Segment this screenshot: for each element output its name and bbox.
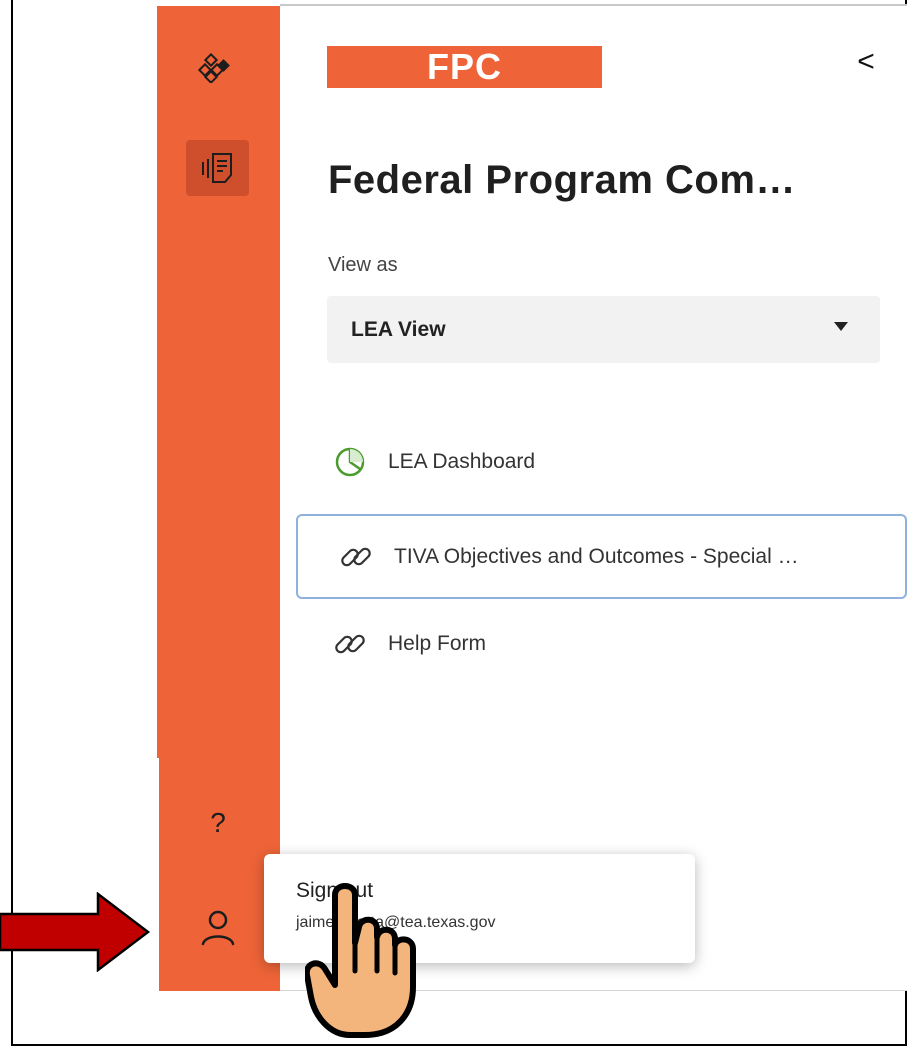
fpc-logo: FPC bbox=[327, 46, 602, 88]
pointer-hand-icon bbox=[305, 883, 416, 1038]
navigation-panel bbox=[280, 6, 907, 991]
pie-chart-icon bbox=[330, 442, 370, 482]
user-icon[interactable] bbox=[188, 898, 248, 958]
nav-item-label: TIVA Objectives and Outcomes - Special … bbox=[394, 544, 799, 568]
apps-icon[interactable] bbox=[192, 46, 242, 90]
link-icon bbox=[336, 537, 376, 577]
help-icon[interactable]: ? bbox=[190, 795, 246, 851]
view-as-dropdown[interactable]: LEA View bbox=[327, 296, 880, 363]
app-title: Federal Program Com… bbox=[328, 158, 796, 202]
caret-down-icon bbox=[834, 322, 848, 331]
view-as-label: View as bbox=[328, 254, 398, 276]
nav-item-label: Help Form bbox=[388, 632, 487, 655]
rail-gap bbox=[155, 758, 159, 993]
nav-item-lea-dashboard[interactable]: LEA Dashboard bbox=[330, 440, 535, 484]
nav-item-label: LEA Dashboard bbox=[388, 450, 536, 473]
form-icon[interactable] bbox=[186, 140, 249, 196]
nav-item-tiva-objectives[interactable]: TIVA Objectives and Outcomes - Special … bbox=[296, 514, 907, 599]
link-icon bbox=[330, 624, 370, 664]
annotation-arrow-icon bbox=[0, 892, 151, 972]
collapse-chevron-icon[interactable]: < bbox=[846, 42, 886, 82]
nav-item-help-form[interactable]: Help Form bbox=[330, 622, 486, 666]
view-as-selected-value: LEA View bbox=[351, 317, 446, 341]
